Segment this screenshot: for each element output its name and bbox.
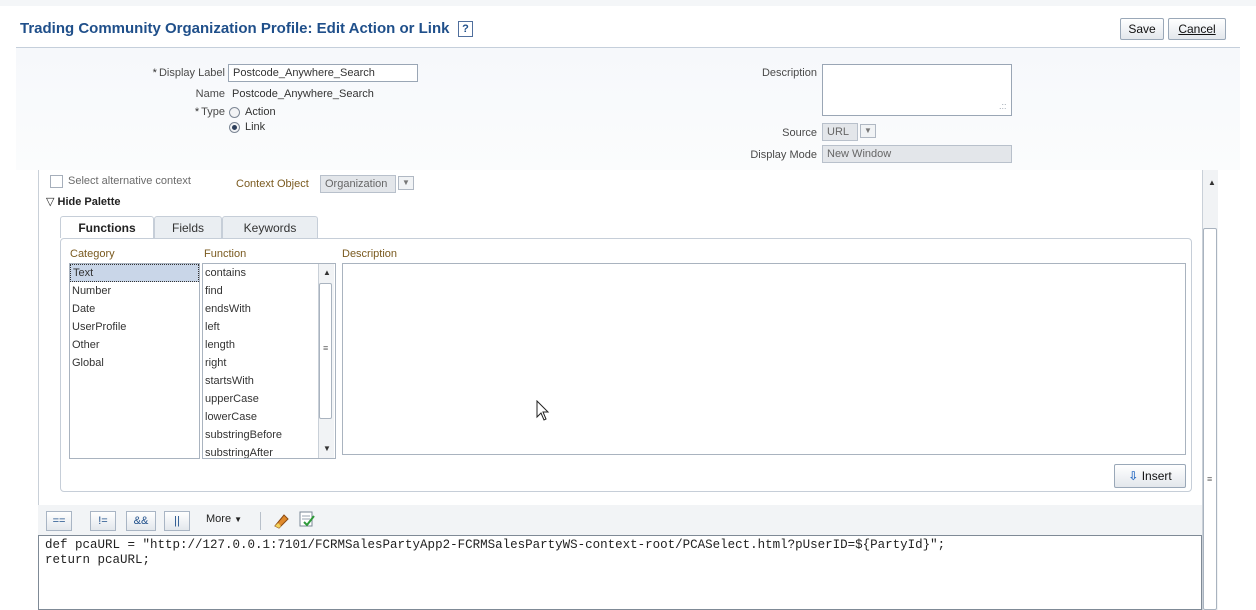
display-label-input[interactable]: Postcode_Anywhere_Search [228, 64, 418, 82]
op-not-equals-button[interactable]: != [90, 511, 116, 531]
tab-keywords[interactable]: Keywords [222, 216, 318, 238]
source-label: Source [782, 127, 817, 139]
category-header: Category [70, 248, 115, 260]
more-label: More [206, 513, 232, 525]
category-item[interactable]: Number [70, 282, 199, 300]
tab-fields[interactable]: Fields [154, 216, 222, 238]
name-value: Postcode_Anywhere_Search [232, 88, 374, 100]
scroll-grip-icon: ≡ [1207, 474, 1213, 484]
collapse-triangle-icon: ▽ [46, 196, 55, 208]
category-item[interactable]: Text [70, 264, 199, 282]
expression-editor[interactable]: def pcaURL = "http://127.0.0.1:7101/FCRM… [38, 535, 1202, 610]
type-label-text: Type [201, 106, 225, 118]
insert-button[interactable]: ⇩ Insert [1114, 464, 1186, 488]
type-label: * Type [120, 106, 225, 118]
function-item[interactable]: left [203, 318, 335, 336]
context-object-select[interactable]: Organization [320, 175, 396, 193]
help-icon[interactable]: ? [458, 21, 473, 37]
scroll-up-icon[interactable]: ▲ [1208, 178, 1216, 187]
resize-grip-icon[interactable]: .:: [999, 101, 1007, 111]
function-list[interactable]: contains find endsWith left length right start… [202, 263, 336, 459]
context-object-label: Context Object [236, 178, 309, 190]
function-item[interactable]: right [203, 354, 335, 372]
category-item[interactable]: Date [70, 300, 199, 318]
function-item[interactable]: endsWith [203, 300, 335, 318]
description-header: Description [342, 248, 398, 260]
toolbar-divider [260, 512, 261, 530]
list-scroll-down-icon[interactable]: ▼ [323, 444, 331, 453]
more-menu[interactable]: More ▼ [206, 513, 242, 525]
type-action-radio[interactable] [229, 107, 240, 118]
context-object-dropdown-icon[interactable]: ▼ [398, 176, 414, 190]
type-link-radio[interactable] [229, 122, 240, 133]
name-label: Name [195, 88, 225, 100]
cancel-button[interactable]: Cancel [1168, 18, 1226, 40]
category-item[interactable]: Other [70, 336, 199, 354]
function-description-box [342, 263, 1186, 455]
function-item[interactable]: contains [203, 264, 335, 282]
list-scroll-up-icon[interactable]: ▲ [323, 268, 331, 277]
list-grip-icon: ≡ [323, 343, 329, 353]
alt-context-label: Select alternative context [68, 175, 191, 187]
op-and-button[interactable]: && [126, 511, 156, 531]
display-label-label: * Display Label [120, 67, 225, 79]
op-or-button[interactable]: || [164, 511, 190, 531]
source-select[interactable]: URL [822, 123, 858, 141]
insert-arrow-icon: ⇩ [1128, 469, 1139, 483]
panel-scroll-thumb[interactable] [1203, 228, 1217, 610]
validate-icon[interactable] [298, 510, 316, 528]
function-item[interactable]: find [203, 282, 335, 300]
display-mode-field: New Window [822, 145, 1012, 163]
mouse-cursor-icon [536, 400, 550, 421]
function-item[interactable]: substringBefore [203, 426, 335, 444]
description-textarea[interactable] [822, 64, 1012, 116]
save-button[interactable]: Save [1120, 18, 1164, 40]
function-item[interactable]: lowerCase [203, 408, 335, 426]
tab-functions[interactable]: Functions [60, 216, 154, 238]
page-title: Trading Community Organization Profile: … [20, 20, 450, 37]
function-item[interactable]: substringAfter [203, 444, 335, 458]
category-item[interactable]: Global [70, 354, 199, 372]
category-item[interactable]: UserProfile [70, 318, 199, 336]
required-marker: * [194, 106, 200, 118]
eraser-icon[interactable] [272, 511, 290, 529]
function-item[interactable]: startsWith [203, 372, 335, 390]
function-header: Function [204, 248, 247, 260]
type-action-label: Action [245, 106, 276, 118]
category-list[interactable]: Text Number Date UserProfile Other Global [69, 263, 200, 459]
more-dropdown-icon: ▼ [234, 515, 243, 524]
function-item[interactable]: upperCase [203, 390, 335, 408]
insert-label: Insert [1141, 469, 1172, 483]
code-line-1: def pcaURL = "http://127.0.0.1:7101/FCRM… [45, 538, 946, 552]
description-label: Description [761, 67, 817, 79]
alt-context-checkbox[interactable] [50, 175, 63, 188]
display-mode-label: Display Mode [750, 149, 817, 161]
hide-palette-toggle[interactable]: ▽ Hide Palette [46, 195, 121, 208]
source-dropdown-icon[interactable]: ▼ [860, 124, 876, 138]
cancel-button-label: Cancel [1178, 22, 1216, 36]
top-strip [0, 0, 1256, 6]
required-marker: * [152, 67, 157, 79]
hide-palette-label: Hide Palette [57, 196, 121, 208]
code-line-2: return pcaURL; [45, 553, 151, 567]
display-label-text: Display Label [158, 67, 225, 79]
op-equals-button[interactable]: == [46, 511, 72, 531]
type-link-label: Link [245, 121, 266, 133]
function-item[interactable]: length [203, 336, 335, 354]
